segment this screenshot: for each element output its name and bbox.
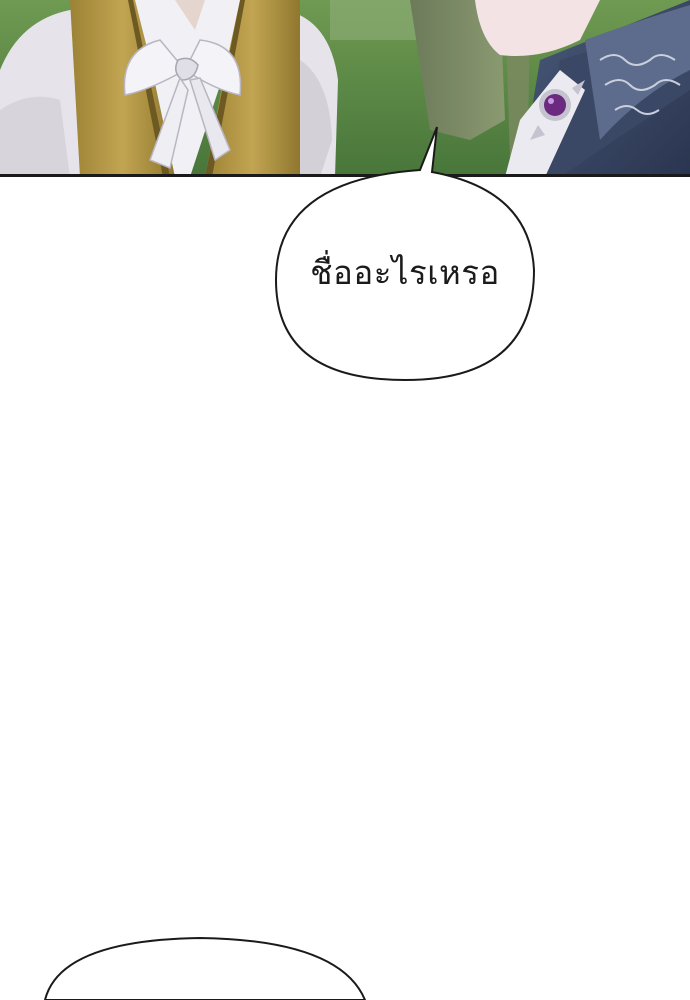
speech-bubble-bottom-text	[150, 985, 300, 1000]
speech-bubble-text: ชื่ออะไรเหรอ	[310, 253, 500, 292]
comic-panel	[0, 0, 690, 177]
panel-illustration	[0, 0, 690, 177]
comic-page: ชื่ออะไรเหรอ	[0, 0, 690, 1000]
panel-border	[0, 174, 690, 177]
